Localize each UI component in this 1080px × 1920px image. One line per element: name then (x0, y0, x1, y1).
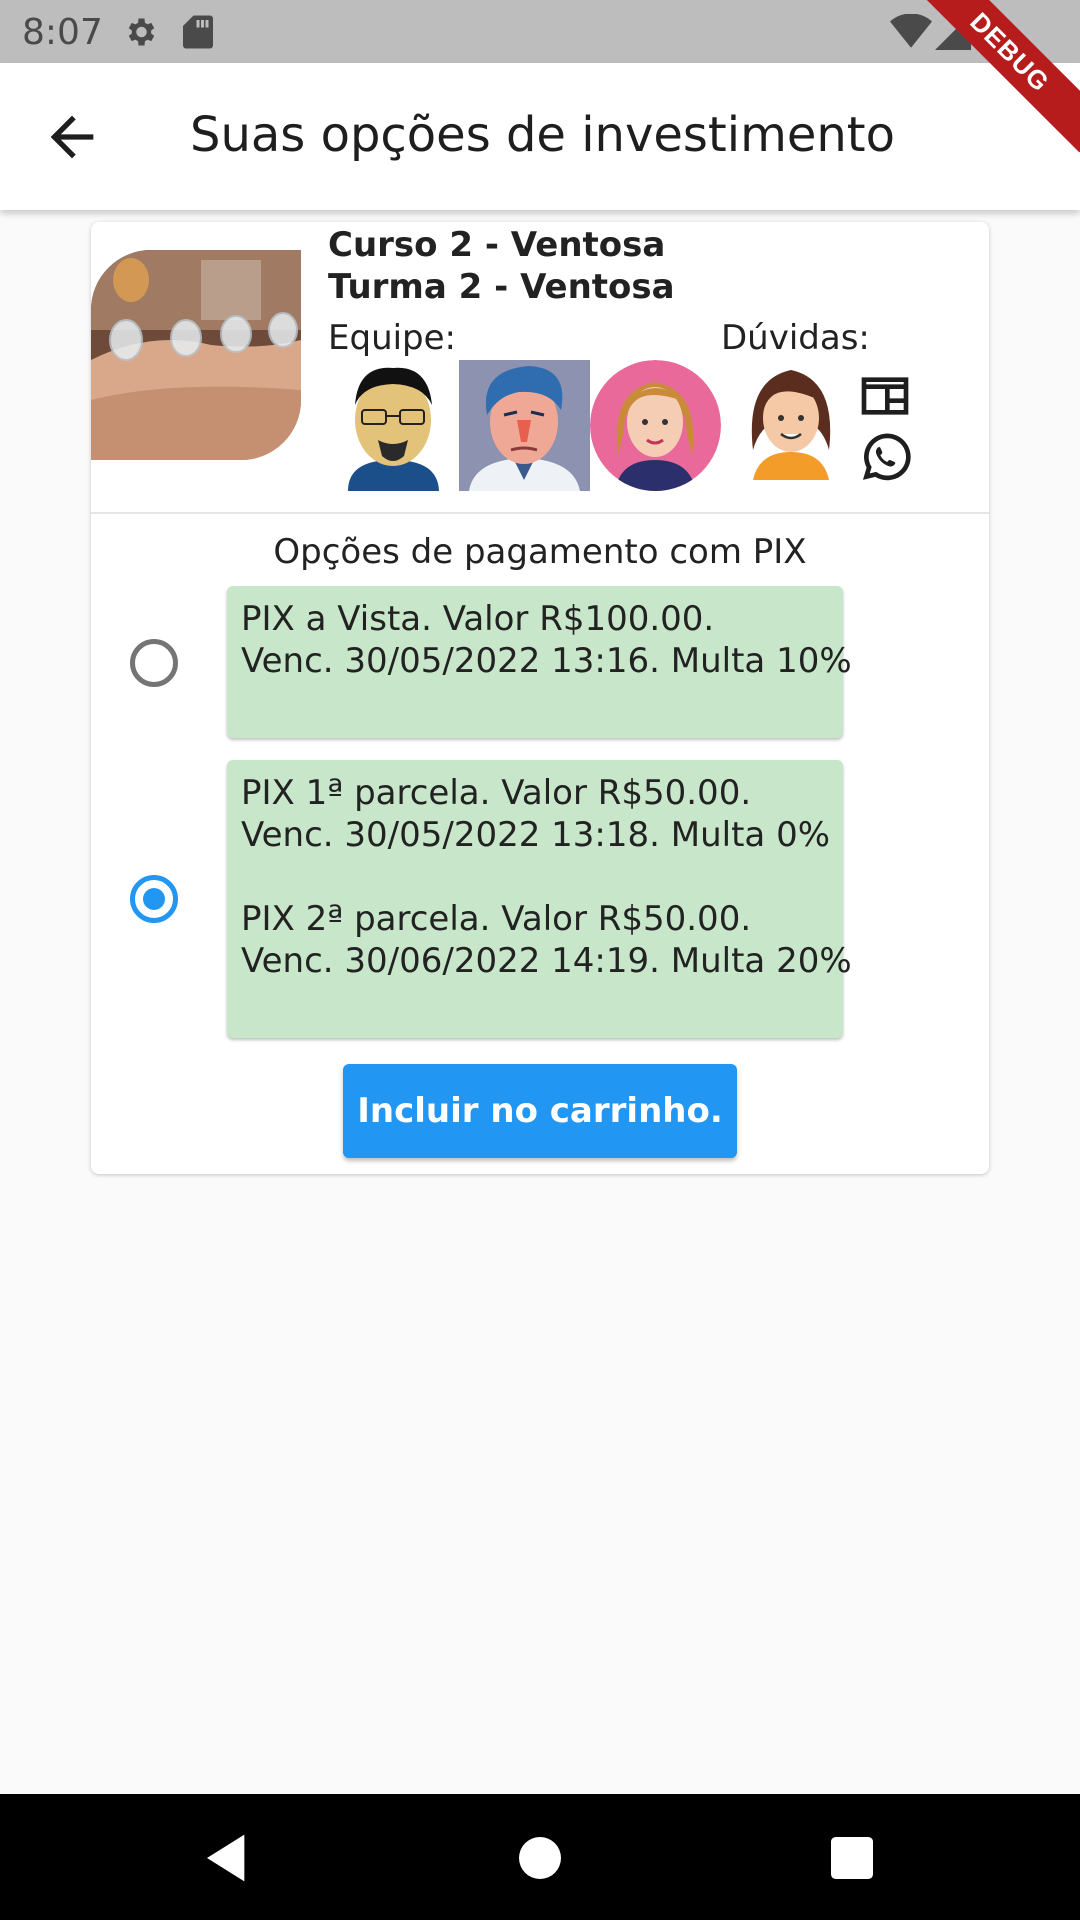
nav-home-icon[interactable] (512, 1830, 568, 1886)
sd-card-icon (182, 14, 214, 55)
course-name: Curso 2 - Ventosa (328, 225, 666, 265)
option-line: Venc. 30/05/2022 13:18. Multa 0% (241, 815, 831, 855)
web-icon[interactable] (857, 368, 913, 424)
arrow-back-icon[interactable] (40, 105, 104, 169)
system-nav-bar (0, 1794, 1080, 1920)
man-blue-hair-avatar[interactable] (459, 360, 590, 491)
doubts-label: Dúvidas: (721, 318, 870, 358)
app-bar: Suas opções de investimento (0, 63, 1080, 210)
settings-icon (122, 14, 158, 55)
whatsapp-icon[interactable] (857, 430, 913, 486)
option-line: Venc. 30/06/2022 14:19. Multa 20% (241, 941, 852, 981)
status-bar: 8:07 (0, 0, 1080, 63)
status-time: 8:07 (22, 12, 103, 53)
course-image (91, 250, 301, 460)
add-to-cart-button[interactable]: Incluir no carrinho. (343, 1064, 737, 1158)
course-title-block: Curso 2 - Ventosa Turma 2 - Ventosa (328, 224, 675, 308)
option-line: PIX a Vista. Valor R$100.00. (241, 599, 715, 639)
option-line: PIX 2ª parcela. Valor R$50.00. (241, 899, 752, 939)
card-divider (91, 512, 989, 514)
payment-option-2[interactable]: PIX 1ª parcela. Valor R$50.00. Venc. 30/… (227, 760, 852, 1038)
payment-heading: Opções de pagamento com PIX (273, 532, 807, 572)
woman-brown-hair-avatar[interactable] (731, 360, 851, 480)
woman-pink-background-avatar[interactable] (590, 360, 721, 491)
team-label: Equipe: (328, 318, 457, 358)
class-name: Turma 2 - Ventosa (328, 267, 675, 307)
nav-back-icon[interactable] (200, 1830, 256, 1886)
option-line: Venc. 30/05/2022 13:16. Multa 10% (241, 641, 852, 681)
payment-option-2-radio[interactable] (130, 875, 178, 923)
payment-option-1[interactable]: PIX a Vista. Valor R$100.00. Venc. 30/05… (227, 586, 852, 738)
man-glasses-avatar[interactable] (328, 360, 459, 491)
wifi-icon (890, 13, 932, 55)
course-card: Curso 2 - Ventosa Turma 2 - Ventosa Equi… (91, 222, 989, 1174)
page-title: Suas opções de investimento (190, 107, 895, 163)
payment-option-1-radio[interactable] (130, 639, 178, 687)
option-line: PIX 1ª parcela. Valor R$50.00. (241, 773, 752, 813)
nav-recents-icon[interactable] (824, 1830, 880, 1886)
